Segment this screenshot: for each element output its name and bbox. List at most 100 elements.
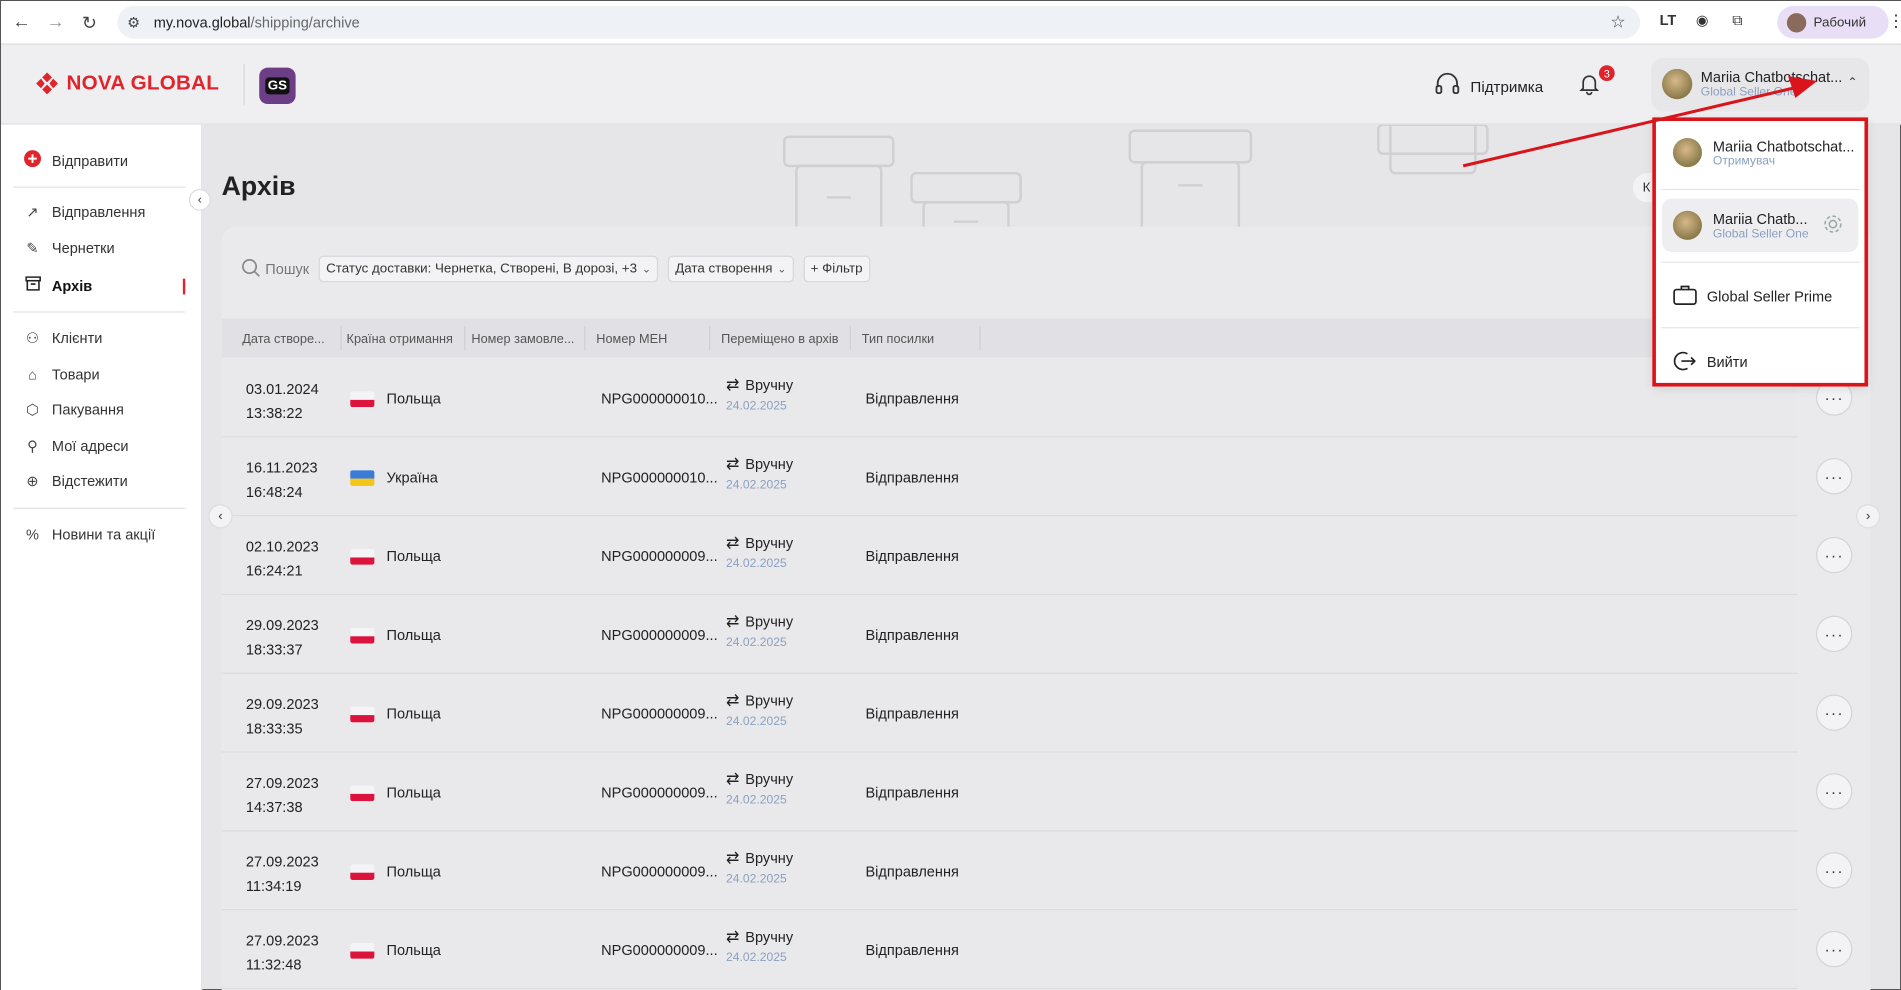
table-row[interactable]: 27.09.2023 14:37:38 Польща NPG000000009... ⇄… — [221, 752, 1798, 832]
account-role: Отримувач — [1712, 154, 1776, 169]
column-header[interactable]: Країна отримання — [347, 332, 453, 347]
status-filter-dropdown[interactable]: Статус доставки: Чернетка, Створені, В д… — [318, 255, 659, 283]
sidebar-item-clients[interactable]: ⚇ Клієнти — [23, 330, 102, 347]
briefcase-icon — [1673, 283, 1697, 311]
parcel-type: Відправлення — [865, 705, 959, 723]
global-seller-prime-option[interactable]: Global Seller Prime — [1656, 267, 1865, 325]
camera-icon[interactable]: ◉ — [1696, 12, 1709, 29]
mew-number: NPG000000010... — [601, 468, 718, 486]
gs-badge-text: GS — [265, 77, 290, 95]
row-actions-button[interactable]: ··· — [1815, 694, 1853, 731]
sidebar-item-label: Мої адреси — [51, 437, 129, 455]
extensions-puzzle-icon[interactable]: ⧉ — [1732, 12, 1742, 30]
country-flag-icon — [350, 864, 375, 880]
table-row[interactable]: 02.10.2023 16:24:21 Польща NPG000000009... ⇄… — [221, 516, 1798, 596]
site-settings-icon[interactable]: ⚙ — [127, 14, 146, 31]
country-name: Польща — [386, 784, 441, 802]
support-label: Підтримка — [1470, 77, 1544, 95]
table-row[interactable]: 16.11.2023 16:48:24 Україна NPG000000010...… — [221, 437, 1798, 517]
account-option-recipient[interactable]: Mariia Chatbotschat... Отримувач — [1656, 121, 1865, 186]
gear-icon[interactable] — [1822, 213, 1844, 241]
extension-lt-icon[interactable]: LT — [1660, 12, 1677, 29]
sidebar-item-archive[interactable]: Архів — [23, 276, 92, 294]
nova-global-logo[interactable]: NOVA GLOBAL — [35, 71, 219, 95]
account-avatar — [1672, 210, 1702, 240]
reload-icon[interactable]: ↻ — [76, 9, 103, 36]
row-actions-button[interactable]: ··· — [1815, 773, 1853, 810]
country-name: Польща — [386, 705, 441, 723]
parcel-type: Відправлення — [865, 547, 959, 565]
arrows-transfer-icon: ⇄ — [726, 533, 740, 552]
column-header[interactable]: Номер замовле... — [471, 332, 574, 347]
row-actions-button[interactable]: ··· — [1815, 615, 1853, 653]
status-filter-label: Статус доставки: Чернетка, Створені, В д… — [326, 261, 638, 277]
column-header[interactable]: Переміщено в архів — [721, 332, 838, 347]
search-input[interactable]: Пошук — [241, 257, 309, 280]
sidebar-item-track[interactable]: ⊕ Відстежити — [23, 473, 128, 490]
more-horizontal-icon: ··· — [1824, 545, 1844, 565]
created-time: 18:33:37 — [245, 641, 303, 659]
row-actions-button[interactable]: ··· — [1815, 536, 1853, 574]
sidebar-item-products[interactable]: ⌂ Товари — [23, 366, 100, 383]
moved-method: ⇄ Вручну — [726, 454, 793, 473]
user-menu-button[interactable]: Mariia Chatbotschat... Global Seller One… — [1651, 57, 1870, 112]
sidebar-item-news[interactable]: % Новини та акції — [23, 526, 155, 543]
sidebar-item-addresses[interactable]: ⚲ Мої адреси — [23, 437, 129, 454]
bookmark-star-icon[interactable]: ☆ — [1610, 12, 1625, 33]
moved-method: ⇄ Вручну — [726, 612, 793, 631]
created-time: 16:48:24 — [245, 483, 303, 501]
row-actions-button[interactable]: ··· — [1815, 930, 1853, 968]
menu-divider — [1660, 261, 1860, 263]
row-actions-button[interactable]: ··· — [1815, 458, 1853, 495]
column-header[interactable]: Номер МЕН — [596, 332, 667, 347]
sidebar-item-shipments[interactable]: ↗ Відправлення — [23, 203, 146, 220]
country-flag-icon — [350, 470, 375, 486]
logout-option[interactable]: Вийти — [1656, 332, 1865, 385]
address-bar[interactable]: ⚙ my.nova.global/shipping/archive ☆ — [117, 5, 1641, 39]
moved-method: ⇄ Вручну — [726, 927, 793, 946]
arrows-transfer-icon: ⇄ — [726, 848, 740, 867]
scroll-left-button[interactable]: ‹ — [208, 504, 233, 529]
table-row[interactable]: 29.09.2023 18:33:37 Польща NPG000000009... ⇄… — [221, 595, 1798, 674]
created-time: 13:38:22 — [245, 404, 303, 422]
created-datetime: 29.09.2023 18:33:35 — [246, 692, 319, 740]
support-button[interactable]: Підтримка — [1434, 72, 1544, 101]
browser-profile-button[interactable]: Рабочий — [1777, 5, 1889, 39]
gs-app-badge[interactable]: GS — [259, 67, 296, 105]
table-row[interactable]: 29.09.2023 18:33:35 Польща NPG000000009... ⇄… — [221, 673, 1798, 753]
table-row[interactable]: 03.01.2024 13:38:22 Польща NPG000000010... ⇄… — [221, 358, 1798, 438]
date-filter-label: Дата створення — [675, 261, 773, 277]
add-filter-label: + Фільтр — [810, 261, 863, 277]
logout-icon — [1673, 350, 1697, 378]
browser-menu-icon[interactable]: ⋮ — [1887, 11, 1901, 32]
menu-divider — [1660, 188, 1860, 191]
sidebar-item-label: Чернетки — [51, 239, 115, 257]
date-filter-dropdown[interactable]: Дата створення ⌄ — [667, 255, 794, 283]
sidebar-item-drafts[interactable]: ✎ Чернетки — [23, 240, 115, 257]
table-row[interactable]: 27.09.2023 11:34:19 Польща NPG000000009... ⇄… — [221, 831, 1798, 911]
scroll-right-button[interactable]: › — [1855, 504, 1881, 529]
moved-label: Вручну — [745, 455, 794, 473]
moved-label: Вручну — [745, 613, 794, 631]
table-row[interactable]: 27.09.2023 11:32:48 Польща NPG000000009... ⇄… — [221, 910, 1798, 990]
add-filter-button[interactable]: + Фільтр — [803, 255, 870, 283]
search-icon — [241, 257, 260, 280]
created-time: 11:34:19 — [245, 877, 302, 895]
sidebar-divider — [13, 186, 186, 188]
column-divider — [849, 325, 851, 351]
created-time: 14:37:38 — [245, 798, 303, 816]
bell-icon[interactable] — [1577, 71, 1601, 101]
arrows-transfer-icon: ⇄ — [726, 690, 740, 710]
chevron-up-icon: ⌃ — [1847, 76, 1858, 90]
sidebar-send-button[interactable]: Відправити — [23, 150, 128, 171]
sidebar-item-packaging[interactable]: ⬡ Пакування — [23, 401, 124, 418]
arrows-transfer-icon: ⇄ — [726, 375, 740, 394]
row-actions-button[interactable]: ··· — [1815, 852, 1853, 889]
account-option-selected[interactable]: Mariia Chatb... Global Seller One — [1661, 198, 1859, 252]
column-header[interactable]: Дата створе... — [242, 332, 324, 347]
back-icon[interactable]: ← — [8, 9, 35, 36]
column-header[interactable]: Тип посилки — [862, 332, 934, 347]
moved-method: ⇄ Вручну — [726, 848, 793, 867]
forward-icon[interactable]: → — [42, 9, 69, 36]
account-avatar — [1672, 138, 1702, 168]
